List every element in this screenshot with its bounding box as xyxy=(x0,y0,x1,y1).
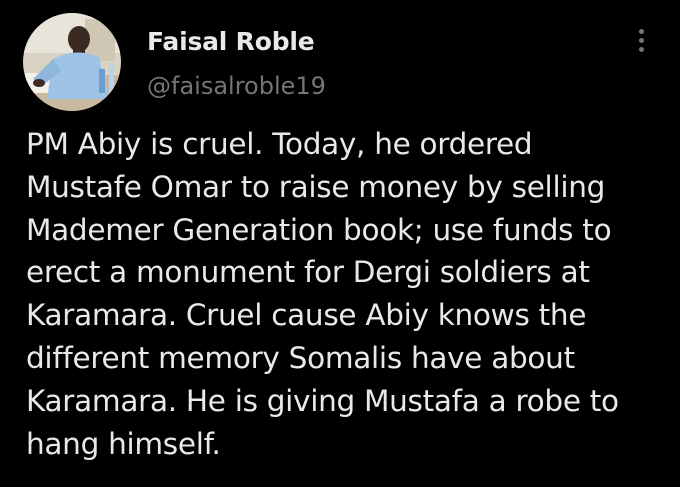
tweet-text-line: Mademer Generation book; use funds to xyxy=(26,212,612,247)
more-options-button[interactable] xyxy=(626,24,658,58)
tweet-text-line: PM Abiy is cruel. Today, he ordered xyxy=(26,127,533,161)
author-avatar[interactable] xyxy=(23,13,121,111)
tweet-text-line: Karamara. He is giving Mustafa a robe to xyxy=(26,383,619,418)
author-handle[interactable]: @faisalroble19 xyxy=(147,71,326,101)
tweet-text-line: different memory Somalis have about xyxy=(26,340,575,375)
tweet-text-line: erect a monument for Dergi soldiers at xyxy=(26,255,590,290)
more-vertical-icon xyxy=(639,38,644,43)
tweet-text-line: Mustafe Omar to raise money by selling xyxy=(26,169,606,204)
more-vertical-icon xyxy=(639,47,644,52)
tweet-text: PM Abiy is cruel. Today, he ordered Must… xyxy=(26,123,666,465)
tweet-card: Faisal Roble @faisalroble19 PM Abiy is c… xyxy=(0,0,680,487)
tweet-text-line: hang himself. xyxy=(26,426,221,461)
author-display-name[interactable]: Faisal Roble xyxy=(147,26,315,58)
tweet-text-line: Karamara. Cruel cause Abiy knows the xyxy=(26,298,587,333)
profile-photo-icon xyxy=(23,13,121,111)
more-vertical-icon xyxy=(639,29,644,34)
